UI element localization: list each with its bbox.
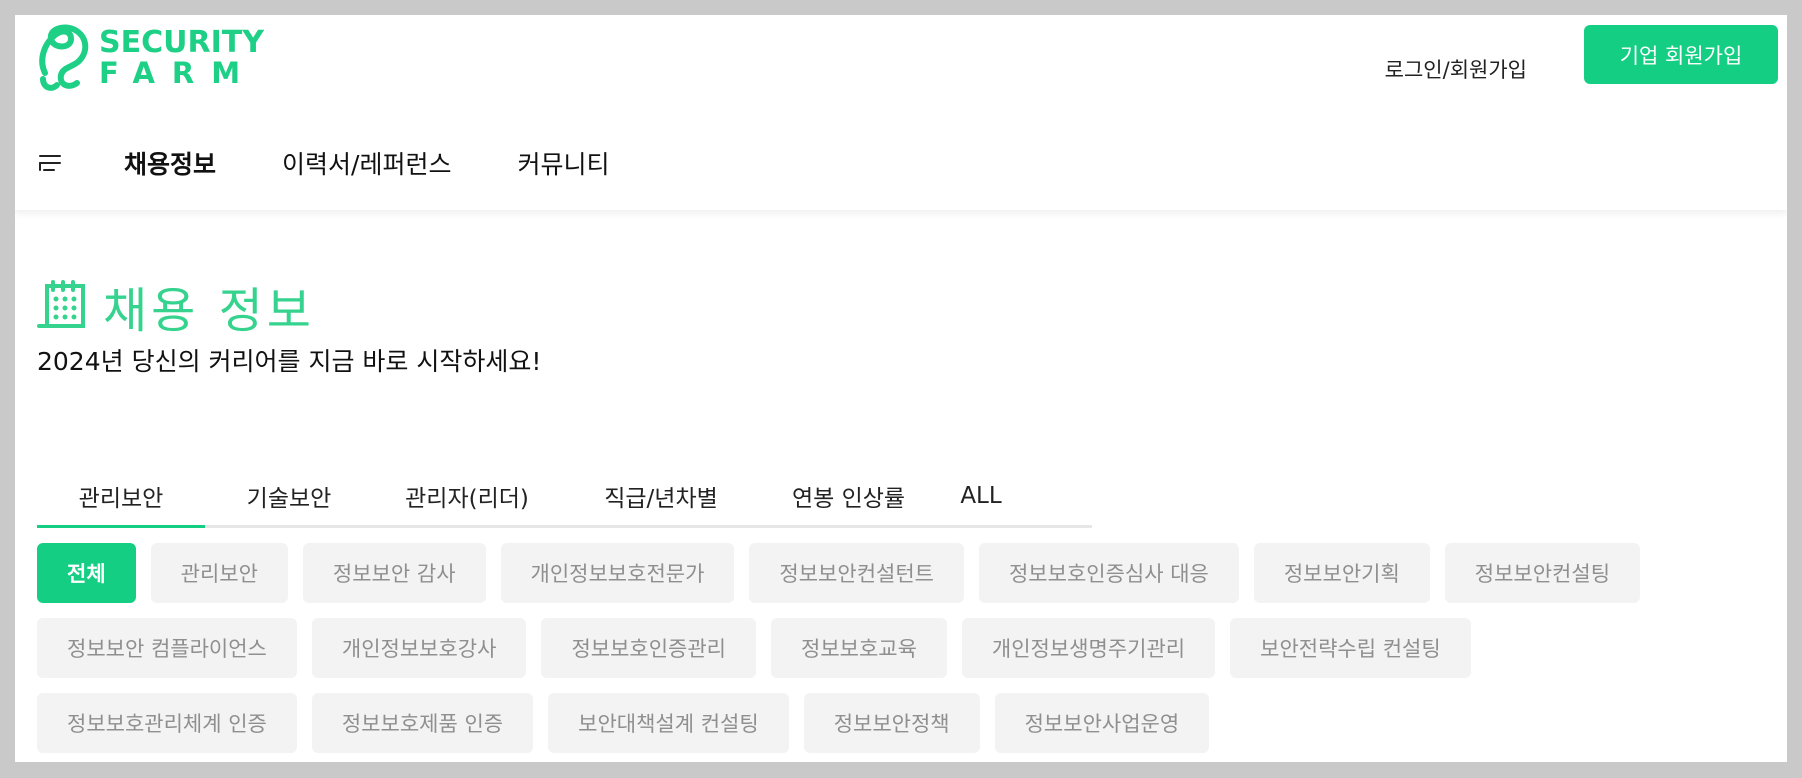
chip-item[interactable]: 개인정보보호전문가 [500, 543, 735, 603]
tab-all[interactable]: ALL [936, 467, 1026, 525]
security-farm-logo-icon [39, 24, 89, 91]
page-title-row: 채용 정보 [37, 271, 315, 341]
chip-item[interactable]: 정보보안컨설턴트 [749, 543, 964, 603]
page-frame: SECURITY FARM 로그인/회원가입 기업 회원가입 채용정보 이력서/… [15, 15, 1787, 762]
chip-item[interactable]: 정보보안 컴플라이언스 [37, 618, 297, 678]
chip-item[interactable]: 보안전략수립 컨설팅 [1230, 618, 1471, 678]
brand-logo[interactable]: SECURITY FARM [37, 21, 264, 95]
chip-item[interactable]: 정보보안컨설팅 [1444, 543, 1641, 603]
corporate-signup-button[interactable]: 기업 회원가입 [1584, 25, 1778, 84]
login-signup-link[interactable]: 로그인/회원가입 [1385, 54, 1527, 84]
site-header: SECURITY FARM 로그인/회원가입 기업 회원가입 채용정보 이력서/… [15, 15, 1787, 210]
tab-rank-years[interactable]: 직급/년차별 [561, 467, 761, 525]
tab-technical-security[interactable]: 기술보안 [205, 467, 373, 525]
nav-item-resume-reference[interactable]: 이력서/레퍼런스 [282, 145, 451, 181]
chip-row: 정보보안 컴플라이언스 개인정보보호강사 정보보호인증관리 정보보호교육 개인정… [37, 618, 1767, 678]
chip-item[interactable]: 개인정보보호강사 [311, 618, 527, 678]
chip-item[interactable]: 정보보안정책 [803, 693, 980, 753]
chip-item[interactable]: 정보보호제품 인증 [311, 693, 534, 753]
chip-item[interactable]: 정보보호인증심사 대응 [978, 543, 1239, 603]
chip-row: 정보보호관리체계 인증 정보보호제품 인증 보안대책설계 컨설팅 정보보안정책 … [37, 693, 1767, 753]
chip-item[interactable]: 정보보안기획 [1253, 543, 1430, 603]
page-title: 채용 정보 [103, 283, 315, 339]
tab-management-security[interactable]: 관리보안 [37, 467, 205, 528]
brand-line-2: FARM [99, 56, 258, 90]
chip-item[interactable]: 개인정보생명주기관리 [961, 618, 1216, 678]
nav-item-jobs[interactable]: 채용정보 [124, 145, 217, 183]
chip-item[interactable]: 정보보호관리체계 인증 [37, 693, 297, 753]
chip-item[interactable]: 전체 [37, 543, 136, 603]
page-subtitle: 2024년 당신의 커리어를 지금 바로 시작하세요! [37, 347, 542, 376]
brand-line-1: SECURITY [99, 25, 264, 60]
chip-item[interactable]: 정보보안사업운영 [994, 693, 1210, 753]
calendar-icon [37, 280, 85, 328]
tab-salary-increase[interactable]: 연봉 인상률 [761, 467, 936, 525]
chip-row: 전체 관리보안 정보보안 감사 개인정보보호전문가 정보보안컨설턴트 정보보호인… [37, 543, 1767, 603]
chip-item[interactable]: 관리보안 [150, 543, 288, 603]
chip-item[interactable]: 보안대책설계 컨설팅 [548, 693, 789, 753]
brand-wordmark: SECURITY FARM [99, 28, 264, 88]
main-nav: 채용정보 이력서/레퍼런스 커뮤니티 [37, 145, 675, 183]
tab-manager-leader[interactable]: 관리자(리더) [373, 467, 561, 525]
subcategory-chips: 전체 관리보안 정보보안 감사 개인정보보호전문가 정보보안컨설턴트 정보보호인… [37, 543, 1767, 762]
category-tabs: 관리보안 기술보안 관리자(리더) 직급/년차별 연봉 인상률 ALL [37, 467, 1092, 528]
chip-item[interactable]: 정보보호교육 [771, 618, 947, 678]
nav-item-community[interactable]: 커뮤니티 [517, 145, 609, 181]
chip-item[interactable]: 정보보안 감사 [302, 543, 486, 603]
chip-item[interactable]: 정보보호인증관리 [541, 618, 756, 678]
hamburger-menu-icon[interactable] [37, 151, 63, 175]
